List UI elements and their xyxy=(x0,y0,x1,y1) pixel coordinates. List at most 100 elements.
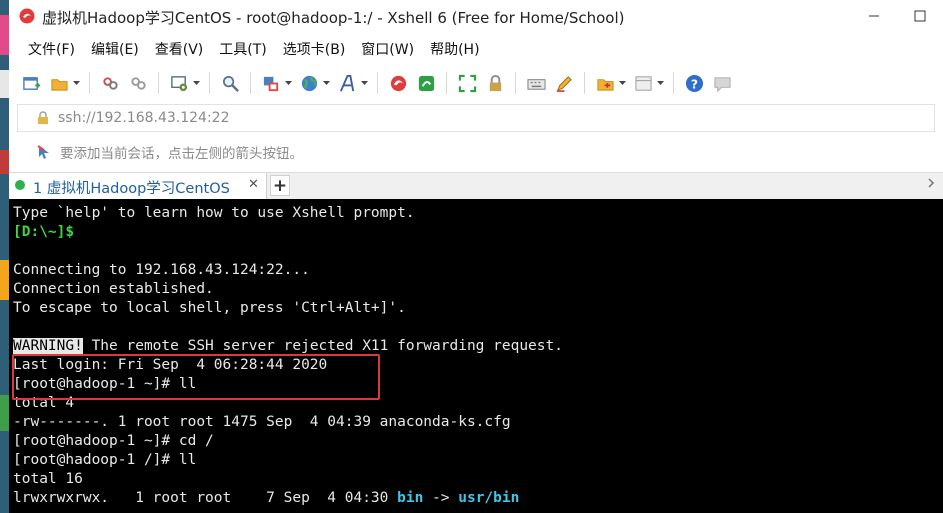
menu-view[interactable]: 查看(V) xyxy=(146,39,211,59)
add-session-arrow-icon[interactable] xyxy=(36,144,52,160)
toolbar-divider xyxy=(250,72,251,94)
window-title: 虚拟机Hadoop学习CentOS - root@hadoop-1:/ - Xs… xyxy=(42,9,625,27)
terminal-line: Type `help' to learn how to use Xshell p… xyxy=(13,204,563,223)
layout-button[interactable] xyxy=(632,70,654,96)
address-bar xyxy=(17,104,935,132)
layout-dropdown[interactable] xyxy=(657,70,664,96)
open-button[interactable] xyxy=(48,70,70,96)
open-folder-icon xyxy=(50,78,68,91)
desktop-app-icon xyxy=(0,15,9,55)
terminal-text: total 16 xyxy=(13,471,83,487)
new-session-icon xyxy=(22,76,40,90)
terminal-line: Connecting to 192.168.43.124:22... xyxy=(13,261,563,280)
terminal-line: -rw-------. 1 root root 1475 Sep 4 04:39… xyxy=(13,413,563,432)
chevron-right-icon xyxy=(928,178,935,188)
fullscreen-button[interactable] xyxy=(456,70,478,96)
minimize-icon xyxy=(869,15,879,17)
hint-text: 要添加当前会话，点击左侧的箭头按钮。 xyxy=(60,146,303,162)
properties-icon xyxy=(170,75,187,91)
globe-button[interactable] xyxy=(298,70,320,96)
terminal-text: usr/bin xyxy=(458,490,520,506)
svg-text:?: ? xyxy=(690,77,697,91)
desktop-app-icon xyxy=(0,395,9,431)
properties-dropdown[interactable] xyxy=(193,70,200,96)
menu-tools[interactable]: 工具(T) xyxy=(210,39,273,59)
session-hint-bar: 要添加当前会话，点击左侧的箭头按钮。 xyxy=(17,138,935,166)
chat-icon xyxy=(713,76,731,92)
terminal-text: -rw-------. 1 root root 1475 Sep 4 04:39… xyxy=(13,414,511,430)
terminal-line: total 16 xyxy=(13,470,563,489)
menu-tabs[interactable]: 选项卡(B) xyxy=(274,39,353,59)
transfer-dropdown[interactable] xyxy=(619,70,626,96)
maximize-button[interactable] xyxy=(897,0,943,32)
toolbar-divider xyxy=(673,72,674,94)
reconnect-button[interactable] xyxy=(99,70,121,96)
terminal-text: [root@hadoop-1 /]# ll xyxy=(13,452,197,468)
minimize-button[interactable] xyxy=(851,0,897,32)
xshell-logo-icon xyxy=(390,75,406,91)
find-button[interactable] xyxy=(219,70,241,96)
highlight-button[interactable] xyxy=(553,70,575,96)
title-bar: 虚拟机Hadoop学习CentOS - root@hadoop-1:/ - Xs… xyxy=(9,0,943,32)
lock-icon xyxy=(38,111,48,124)
terminal-line: Connection established. xyxy=(13,280,563,299)
terminal-text: lrwxrwxrwx. 1 root root 7 Sep 4 04:30 xyxy=(13,490,398,506)
font-dropdown[interactable] xyxy=(361,70,368,96)
terminal-text: [D:\~]$ xyxy=(13,224,75,240)
xshell-button[interactable] xyxy=(387,70,409,96)
fullscreen-icon xyxy=(458,74,476,92)
menu-edit[interactable]: 编辑(E) xyxy=(82,39,146,59)
font-color-button[interactable] xyxy=(260,70,282,96)
maximize-icon xyxy=(914,10,926,22)
lock-button[interactable] xyxy=(484,70,506,96)
close-icon[interactable]: ✕ xyxy=(248,177,259,192)
font-color-icon xyxy=(263,76,278,91)
menu-help[interactable]: 帮助(H) xyxy=(421,39,486,59)
transfer-folder-icon xyxy=(596,78,614,91)
new-session-button[interactable] xyxy=(20,70,42,96)
keyboard-button[interactable] xyxy=(525,70,547,96)
disconnect-icon xyxy=(130,76,146,90)
toolbar-divider xyxy=(515,72,516,94)
terminal-line: lrwxrwxrwx. 1 root root 7 Sep 4 04:30 bi… xyxy=(13,489,563,508)
terminal-output[interactable]: Type `help' to learn how to use Xshell p… xyxy=(9,199,943,513)
transfer-button[interactable] xyxy=(594,70,616,96)
chevron-down-icon xyxy=(619,81,626,85)
disconnect-button[interactable] xyxy=(127,70,149,96)
tab-label: 1 虚拟机Hadoop学习CentOS xyxy=(33,181,230,197)
globe-dropdown[interactable] xyxy=(323,70,330,96)
font-button[interactable] xyxy=(336,70,358,96)
add-tab-button[interactable]: + xyxy=(270,175,290,196)
terminal-text: Connection established. xyxy=(13,281,214,297)
toolbar-divider xyxy=(584,72,585,94)
connected-status-icon xyxy=(15,180,25,190)
find-icon xyxy=(222,75,239,92)
desktop-app-icon xyxy=(0,150,9,174)
properties-button[interactable] xyxy=(168,70,190,96)
terminal-text: WARNING! xyxy=(13,338,83,354)
terminal-line: [root@hadoop-1 ~]# cd / xyxy=(13,432,563,451)
terminal-text: Type `help' to learn how to use Xshell p… xyxy=(13,205,415,221)
toolbar-divider xyxy=(446,72,447,94)
address-input[interactable] xyxy=(58,110,658,126)
red-highlight-box xyxy=(12,354,380,400)
chat-button[interactable] xyxy=(711,70,733,96)
terminal-text: Connecting to 192.168.43.124:22... xyxy=(13,262,310,278)
tab-scroll-right-icon[interactable] xyxy=(927,177,935,191)
tab-session-1[interactable]: 1 虚拟机Hadoop学习CentOS ✕ xyxy=(9,173,267,200)
toolbar-divider xyxy=(158,72,159,94)
terminal-line: [D:\~]$ xyxy=(13,223,563,242)
terminal-text: The remote SSH server rejected X11 forwa… xyxy=(82,338,563,354)
menu-bar: 文件(F) 编辑(E) 查看(V) 工具(T) 选项卡(B) 窗口(W) 帮助(… xyxy=(9,36,487,62)
help-icon: ? xyxy=(685,74,703,92)
open-dropdown[interactable] xyxy=(73,70,80,96)
menu-file[interactable]: 文件(F) xyxy=(19,39,82,59)
chevron-down-icon xyxy=(657,81,664,85)
desktop-app-icon xyxy=(0,70,9,98)
help-button[interactable]: ? xyxy=(683,70,705,96)
font-color-dropdown[interactable] xyxy=(285,70,292,96)
menu-window[interactable]: 窗口(W) xyxy=(352,39,421,59)
chevron-down-icon xyxy=(285,81,292,85)
xftp-button[interactable] xyxy=(415,70,437,96)
